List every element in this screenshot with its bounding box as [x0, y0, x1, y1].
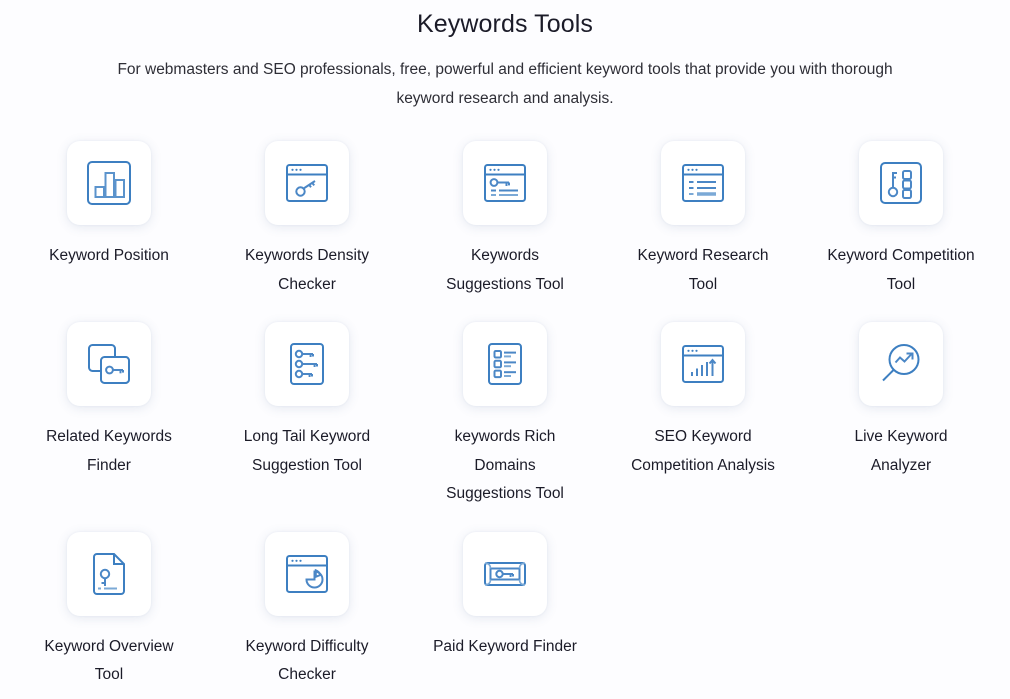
key-blocks-icon	[859, 141, 943, 225]
banknote-key-icon	[463, 531, 547, 616]
tool-label: Keyword Research Tool	[637, 247, 769, 293]
tool-card-keywords-rich-domains-suggestions-tool[interactable]: keywords Rich Domains Suggestions Tool	[406, 322, 604, 509]
tool-label: Paid Keyword Finder	[433, 637, 577, 655]
tool-label: Keyword Difficulty Checker	[245, 637, 369, 684]
page-header: Keywords Tools For webmasters and SEO pr…	[0, 4, 1010, 113]
tool-card-related-keywords-finder[interactable]: Related Keywords Finder	[10, 322, 208, 509]
tool-label: Keywords Density Checker	[244, 247, 370, 293]
page-title: Keywords Tools	[416, 10, 594, 38]
tool-label: Keywords Suggestions Tool	[446, 247, 564, 293]
tool-label: Related Keywords Finder	[46, 428, 172, 474]
document-keys-icon	[265, 322, 349, 406]
tool-label: Keyword Competition Tool	[827, 247, 975, 293]
page-subtitle: For webmasters and SEO professionals, fr…	[117, 61, 893, 107]
document-checklist-icon	[463, 322, 547, 406]
tools-grid: Keyword Position Keywords Density Checke…	[0, 141, 1010, 690]
tool-card-keyword-research-tool[interactable]: Keyword Research Tool	[604, 141, 802, 299]
bar-chart-icon	[67, 141, 151, 225]
tool-card-paid-keyword-finder[interactable]: Paid Keyword Finder	[406, 531, 604, 690]
tool-card-keyword-competition-tool[interactable]: Keyword Competition Tool	[802, 141, 1000, 299]
browser-key-icon	[265, 141, 349, 225]
tool-card-long-tail-keyword-suggestion-tool[interactable]: Long Tail Keyword Suggestion Tool	[208, 322, 406, 509]
browser-growth-chart-icon	[661, 322, 745, 406]
tool-card-live-keyword-analyzer[interactable]: Live Keyword Analyzer	[802, 322, 1000, 509]
tool-label: Keyword Overview Tool	[44, 637, 174, 684]
tool-card-keyword-difficulty-checker[interactable]: Keyword Difficulty Checker	[208, 531, 406, 690]
tool-label: Keyword Position	[49, 247, 169, 264]
browser-pie-chart-icon	[265, 531, 349, 616]
tool-label: Live Keyword Analyzer	[854, 428, 948, 474]
document-key-icon	[67, 531, 151, 616]
tool-card-keywords-suggestions-tool[interactable]: Keywords Suggestions Tool	[406, 141, 604, 299]
tool-label: Long Tail Keyword Suggestion Tool	[243, 428, 371, 474]
tool-card-keywords-density-checker[interactable]: Keywords Density Checker	[208, 141, 406, 299]
tool-label: SEO Keyword Competition Analysis	[631, 428, 775, 474]
tool-card-keyword-position[interactable]: Keyword Position	[10, 141, 208, 299]
tool-card-seo-keyword-competition-analysis[interactable]: SEO Keyword Competition Analysis	[604, 322, 802, 509]
tool-label: keywords Rich Domains Suggestions Tool	[446, 428, 564, 502]
browser-key-list-icon	[463, 141, 547, 225]
browser-list-icon	[661, 141, 745, 225]
tool-card-keyword-overview-tool[interactable]: Keyword Overview Tool	[10, 531, 208, 690]
keywords-tools-page: Keywords Tools For webmasters and SEO pr…	[0, 0, 1010, 699]
stacked-cards-key-icon	[67, 322, 151, 406]
magnifier-trend-icon	[859, 322, 943, 406]
